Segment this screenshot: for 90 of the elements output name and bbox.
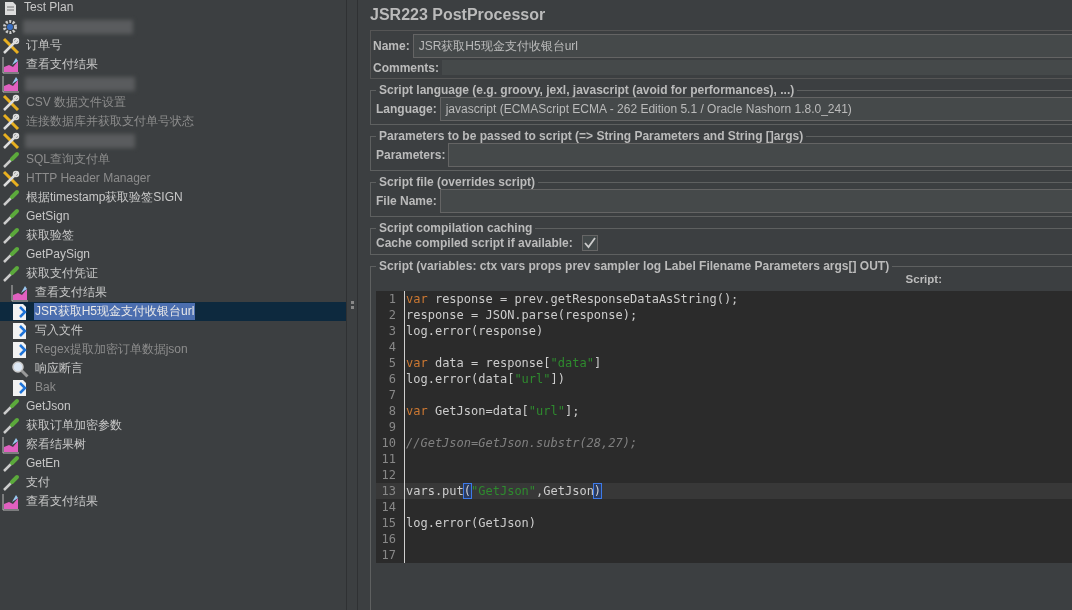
tree-item[interactable]: GetPaySign — [25, 246, 92, 263]
pipette-icon — [2, 150, 20, 169]
line-number: 11 — [376, 451, 405, 467]
tree-item[interactable]: 获取验签 — [25, 227, 75, 244]
wrench-icon — [2, 93, 20, 112]
tree-item[interactable]: 响应断言 — [34, 360, 84, 377]
code-line: //GetJson=GetJson.substr(28,27); — [405, 435, 638, 451]
wrench-icon — [2, 131, 20, 150]
tree-item[interactable]: 根据timestamp获取验签SIGN — [25, 189, 184, 206]
code-line: log.error(data["url"]) — [405, 371, 565, 387]
document-arrow-icon — [11, 340, 29, 359]
pipette-icon — [2, 397, 20, 416]
wrench-icon — [2, 112, 20, 131]
pipette-icon — [2, 226, 20, 245]
checkbox-label: Cache compiled script if available: — [376, 236, 573, 250]
magnifier-icon — [11, 359, 29, 378]
pipette-icon — [2, 416, 20, 435]
field-label: Language: — [376, 102, 437, 116]
tree-item[interactable]: GetEn — [25, 455, 62, 472]
code-line: response = JSON.parse(response); — [405, 307, 638, 323]
tree-item[interactable]: GetSign — [25, 208, 71, 225]
line-number: 5 — [376, 355, 405, 371]
code-line: log.error(GetJson) — [405, 515, 537, 531]
tree-item[interactable]: 获取订单加密参数 — [25, 417, 123, 434]
wrench-icon — [2, 169, 20, 188]
code-line: var GetJson=data["url"]; — [405, 403, 580, 419]
field-label: File Name: — [376, 194, 437, 208]
line-number: 6 — [376, 371, 405, 387]
line-number: 9 — [376, 419, 405, 435]
splitter-handle[interactable] — [346, 0, 358, 610]
tree-item[interactable]: 写入文件 — [34, 322, 84, 339]
document-arrow-icon — [11, 302, 29, 321]
pipette-icon — [2, 245, 20, 264]
code-line: vars.put("GetJson",GetJson) — [405, 483, 602, 499]
field-label: Parameters: — [376, 148, 446, 162]
tree-item[interactable]: 查看支付结果 — [25, 56, 99, 73]
code-editor[interactable] — [376, 291, 1072, 563]
line-number: 13 — [376, 483, 405, 499]
editor-label: Script: — [905, 273, 942, 285]
line-number: 3 — [376, 323, 405, 339]
line-number: 8 — [376, 403, 405, 419]
pipette-icon — [2, 473, 20, 492]
code-line: var response = prev.getResponseDataAsString(); — [405, 291, 739, 307]
chart-icon — [2, 492, 20, 511]
language-dropdown[interactable]: javascript (ECMAScript ECMA - 262 Edition 5.1 / Oracle Nashorn 1.8.0_241) — [439, 97, 1072, 121]
group-title: Script language (e.g. groovy, jexl, javascript (avoid for performances), ...) — [378, 83, 796, 97]
name-field[interactable]: JSR获取H5现金支付收银台url — [412, 34, 1072, 58]
line-number: 14 — [376, 499, 405, 515]
parameters-field[interactable] — [448, 143, 1072, 167]
tree-item[interactable]: 查看支付结果 — [34, 284, 108, 301]
line-number: 16 — [376, 531, 405, 547]
pipette-icon — [2, 454, 20, 473]
panel-title: JSR223 PostProcessor — [370, 5, 547, 25]
line-number: 2 — [376, 307, 405, 323]
code-line: log.error(response) — [405, 323, 544, 339]
field-label: Name: — [373, 39, 410, 53]
pipette-icon — [2, 188, 20, 207]
chart-icon — [2, 55, 20, 74]
file-name-field[interactable] — [439, 189, 1072, 213]
line-number: 15 — [376, 515, 405, 531]
line-number: 4 — [376, 339, 405, 355]
line-number: 10 — [376, 435, 405, 451]
line-number: 7 — [376, 387, 405, 403]
group-title: Script compilation caching — [378, 221, 534, 235]
tree-item[interactable]: 支付 — [25, 474, 51, 491]
chart-icon — [2, 435, 20, 454]
pipette-icon — [2, 264, 20, 283]
group-title: Parameters to be passed to script (=> String Parameters and String []args) — [378, 129, 805, 143]
tree-item[interactable]: 察看结果树 — [25, 436, 87, 453]
group-title: Script (variables: ctx vars props prev sampler log Label Filename Parameters args[] OUT) — [378, 260, 891, 273]
document-arrow-icon — [11, 378, 29, 397]
tree-item[interactable]: 订单号 — [25, 37, 63, 54]
checkbox[interactable] — [581, 235, 598, 251]
test-plan-icon — [2, 0, 18, 16]
chart-icon — [2, 74, 20, 93]
tree-item[interactable]: Test Plan — [23, 0, 75, 16]
field-label: Comments: — [373, 60, 439, 75]
code-line: var data = response["data"] — [405, 355, 602, 371]
wrench-icon — [2, 36, 20, 55]
tree-item[interactable]: 查看支付结果 — [25, 493, 99, 510]
document-arrow-icon — [11, 321, 29, 340]
chart-icon — [11, 283, 29, 302]
tree-item[interactable]: GetJson — [25, 398, 72, 415]
pipette-icon — [2, 207, 20, 226]
tree-item[interactable]: 获取支付凭证 — [25, 265, 99, 282]
line-number: 17 — [376, 547, 405, 563]
gear-icon — [2, 18, 18, 35]
tree-item[interactable]: JSR获取H5现金支付收银台url — [34, 303, 196, 320]
line-number: 1 — [376, 291, 405, 307]
group-title: Script file (overrides script) — [378, 175, 537, 189]
